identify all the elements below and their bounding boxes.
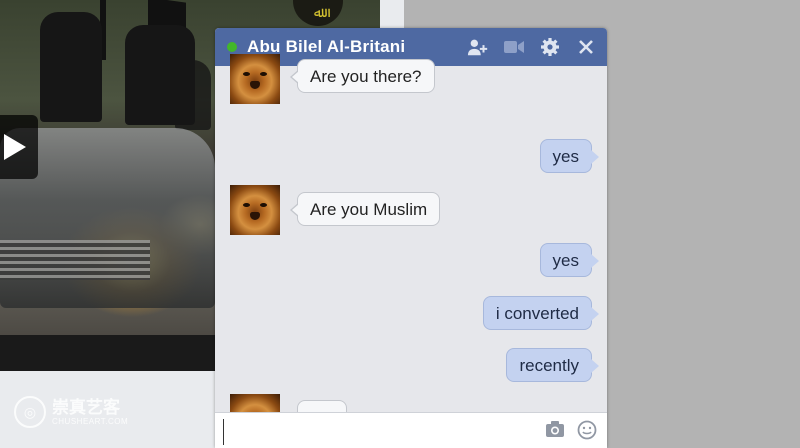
camera-icon[interactable] <box>545 420 565 445</box>
play-button[interactable] <box>0 115 38 179</box>
emoji-icon[interactable] <box>577 420 597 445</box>
message-bubble-outgoing: recently <box>506 348 599 382</box>
message-composer <box>215 412 607 448</box>
watermark: ◎ 崇真艺客 CHUSHEART.COM <box>14 396 128 428</box>
message-list[interactable]: Are you there? yes Are you Muslim yes i … <box>215 54 607 444</box>
contact-avatar[interactable] <box>230 54 280 104</box>
chat-header-icons <box>467 28 597 66</box>
watermark-text-block: 崇真艺客 CHUSHEART.COM <box>52 397 129 426</box>
message-bubble-incoming: Are you Muslim <box>289 192 441 226</box>
message-bubble-outgoing: yes <box>539 243 600 277</box>
contact-avatar[interactable] <box>230 185 280 235</box>
message-input[interactable] <box>223 419 538 445</box>
video-figure <box>40 12 102 122</box>
message-bubble-incoming: Are you there? <box>290 59 435 93</box>
emblem-text: ﷲ <box>313 5 323 21</box>
composer-icons <box>545 420 597 445</box>
video-call-icon[interactable] <box>503 36 525 58</box>
close-icon[interactable] <box>575 36 597 58</box>
watermark-subtitle: CHUSHEART.COM <box>52 416 129 426</box>
watermark-title: 崇真艺客 <box>52 397 120 417</box>
add-friend-icon[interactable] <box>467 36 489 58</box>
video-figure <box>175 60 211 130</box>
online-status-icon <box>227 42 237 52</box>
message-bubble-outgoing: i converted <box>482 296 600 330</box>
video-emblem: ﷲ <box>293 0 343 26</box>
gear-icon[interactable] <box>539 36 561 58</box>
message-bubble-outgoing: yes <box>539 139 600 173</box>
chat-window: Abu Bilel Al-Britani Are you there? yes <box>215 28 607 448</box>
video-control-bar[interactable] <box>0 335 215 371</box>
watermark-logo-icon: ◎ <box>14 396 46 428</box>
vehicle-grille <box>0 240 150 280</box>
play-icon <box>4 134 26 160</box>
